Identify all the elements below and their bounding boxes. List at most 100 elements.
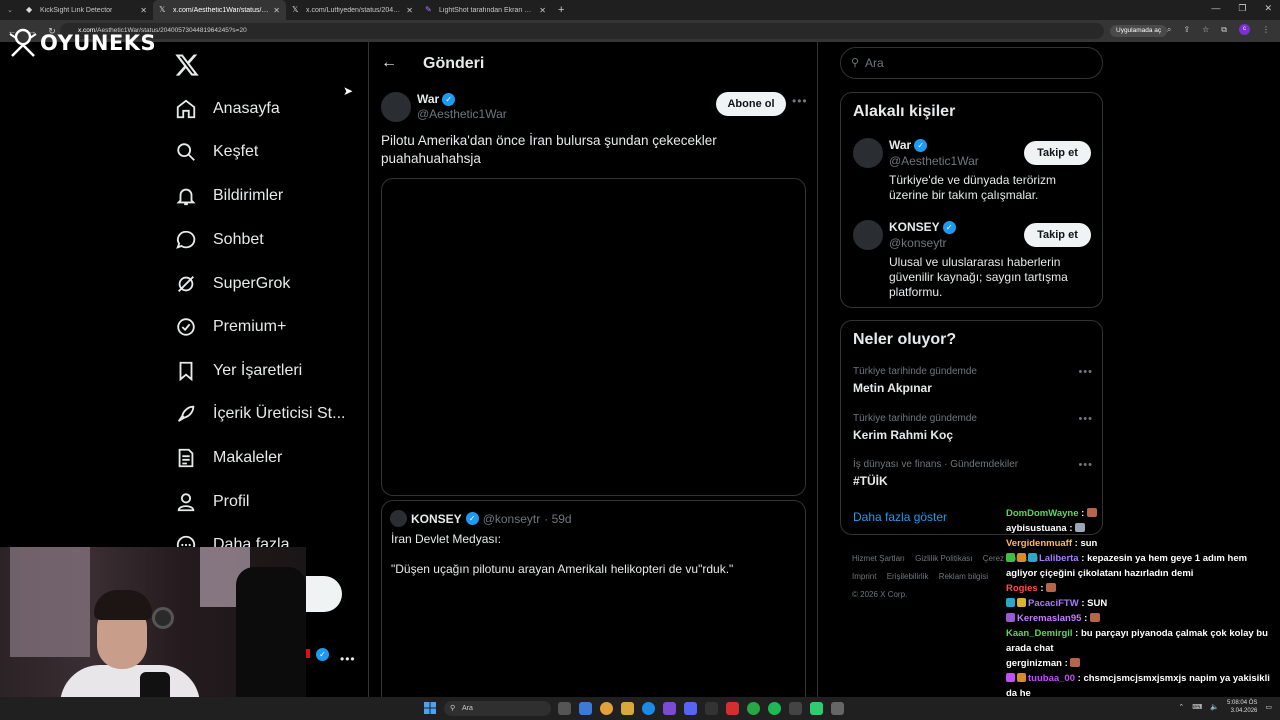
nav-bookmarks[interactable]: Yer İşaretleri <box>175 355 302 387</box>
close-icon[interactable]: ✕ <box>539 6 546 15</box>
chevron-up-icon[interactable]: ⌃ <box>1178 703 1184 711</box>
trend-item[interactable]: Türkiye tarihinde gündemde Metin Akpınar… <box>853 366 1093 395</box>
footer-link[interactable]: Hizmet Şartları <box>852 554 905 563</box>
trend-context: İş dünyası ve finans · Gündemdekiler <box>853 459 1019 470</box>
person-name: War <box>889 138 912 152</box>
emote-icon <box>1070 658 1081 667</box>
profile-avatar-icon[interactable]: c <box>1239 24 1250 35</box>
footer-link[interactable]: Erişilebilirlik <box>887 572 929 581</box>
obs-icon[interactable] <box>789 702 802 715</box>
browser-tab-2[interactable]: 𝕏 x.com/Aesthetic1War/status/20… ✕ <box>153 0 286 20</box>
account-more-icon[interactable]: ••• <box>340 652 356 666</box>
taskbar-clock[interactable]: 5:08:04 ÖS 3.04.2026 <box>1227 699 1257 715</box>
browser-tab-1[interactable]: ◆ KickSight Link Detector ✕ <box>20 0 153 20</box>
related-people-panel: Alakalı kişiler War ✓ @Aesthetic1War Tür… <box>840 92 1103 308</box>
network-icon[interactable]: ⌨ <box>1192 703 1202 711</box>
tab-search-icon[interactable]: ⌄ <box>0 6 20 14</box>
author-handle[interactable]: @Aesthetic1War <box>417 107 507 121</box>
trend-more-icon[interactable]: ••• <box>1078 413 1093 425</box>
verified-badge-icon: ✓ <box>442 92 456 106</box>
nav-home[interactable]: Anasayfa <box>175 93 280 125</box>
nav-creator-studio[interactable]: İçerik Üreticisi St... <box>175 398 345 430</box>
oyuneks-mascot-icon <box>9 28 37 57</box>
badge-icon <box>1017 673 1026 682</box>
author-name[interactable]: War <box>417 92 439 106</box>
steam-icon[interactable] <box>705 702 718 715</box>
menu-icon[interactable]: ⋮ <box>1262 25 1270 34</box>
subscribe-button[interactable]: Abone ol <box>716 92 786 116</box>
nav-label: Profil <box>213 493 250 510</box>
home-icon <box>176 99 196 119</box>
zoom-icon[interactable]: ⌕ <box>1167 25 1171 35</box>
file-explorer-icon[interactable] <box>621 702 634 715</box>
nav-notifications[interactable]: Bildirimler <box>175 180 283 212</box>
chat-username: Keremaslan95 <box>1017 613 1082 624</box>
related-person[interactable]: War ✓ @Aesthetic1War Türkiye'de ve dünya… <box>853 138 1093 208</box>
close-icon[interactable]: ✕ <box>406 6 413 15</box>
badge-icon <box>1006 673 1015 682</box>
show-more-link[interactable]: Daha fazla göster <box>853 510 947 524</box>
star-icon[interactable]: ☆ <box>1202 25 1209 34</box>
app-icon[interactable] <box>747 702 760 715</box>
trend-item[interactable]: Türkiye tarihinde gündemde Kerim Rahmi K… <box>853 413 1093 442</box>
follow-button[interactable]: Takip et <box>1024 223 1091 247</box>
address-bar[interactable]: x.com/Aesthetic1War/status/2040057304481… <box>60 23 1104 39</box>
author-name-row: War ✓ <box>417 92 507 106</box>
close-icon[interactable]: ✕ <box>140 6 147 15</box>
nav-premium[interactable]: Premium+ <box>175 311 286 343</box>
trend-more-icon[interactable]: ••• <box>1078 366 1093 378</box>
trends-panel: Neler oluyor? Türkiye tarihinde gündemde… <box>840 320 1103 535</box>
app-icon[interactable] <box>810 702 823 715</box>
browser-tab-4[interactable]: ✎ LightShot tarafından Ekran Gö… ✕ <box>419 0 552 20</box>
post-more-icon[interactable]: ••• <box>792 94 808 108</box>
task-view-icon[interactable] <box>558 702 571 715</box>
footer-link[interactable]: Gizlilik Politikası <box>915 554 972 563</box>
trend-context: Türkiye tarihinde gündemde <box>853 413 977 424</box>
microphone-icon <box>152 607 174 629</box>
notification-icon[interactable]: ▭ <box>1265 703 1272 711</box>
quoted-post[interactable]: KONSEY ✓ @konseytr · 59d İran Devlet Med… <box>381 500 806 720</box>
footer-link[interactable]: Imprint <box>852 572 876 581</box>
related-person[interactable]: KONSEY ✓ @konseytr Ulusal ve uluslararas… <box>853 220 1093 300</box>
search-input[interactable]: ⚲ Ara <box>840 47 1103 79</box>
footer-link[interactable]: Reklam bilgisi <box>939 572 988 581</box>
nav-supergrok[interactable]: SuperGrok <box>175 268 290 300</box>
system-tray: ⌃ ⌨ 🔈 5:08:04 ÖS 3.04.2026 ▭ <box>1178 699 1272 715</box>
edge-icon[interactable] <box>642 702 655 715</box>
emote-icon <box>1046 583 1057 592</box>
trend-item[interactable]: İş dünyası ve finans · Gündemdekiler #TÜ… <box>853 459 1093 488</box>
back-arrow-icon[interactable]: ← <box>381 54 397 72</box>
post-button[interactable] <box>306 576 342 612</box>
maximize-icon[interactable]: ❐ <box>1238 3 1246 14</box>
nav-chat[interactable]: Sohbet <box>175 224 264 256</box>
new-tab-icon[interactable]: + <box>558 4 564 16</box>
app-icon[interactable] <box>831 702 844 715</box>
window-close-icon[interactable]: ✕ <box>1264 3 1272 14</box>
taskbar-search-input[interactable]: ⚲ Ara <box>444 701 551 716</box>
chrome-icon[interactable] <box>600 702 613 715</box>
nav-label: Makaleler <box>213 449 283 466</box>
nav-articles[interactable]: Makaleler <box>175 442 282 474</box>
person-name-row: War ✓ <box>889 138 928 152</box>
teams-icon[interactable] <box>663 702 676 715</box>
windows-start-icon[interactable] <box>424 702 436 714</box>
x-logo-icon[interactable] <box>174 52 200 78</box>
nav-profile[interactable]: Profil <box>175 486 249 518</box>
minimize-icon[interactable]: — <box>1211 3 1220 14</box>
browser-tab-3[interactable]: 𝕏 x.com/Lutfiyeden/status/2040… ✕ <box>286 0 419 20</box>
widgets-icon[interactable] <box>579 702 592 715</box>
close-icon[interactable]: ✕ <box>273 6 280 15</box>
extensions-icon[interactable]: ⧉ <box>1221 25 1227 35</box>
nav-explore[interactable]: Keşfet <box>175 136 258 168</box>
share-icon[interactable]: ⇪ <box>1183 25 1190 34</box>
chat-username: PacaciFTW <box>1028 598 1079 609</box>
trend-more-icon[interactable]: ••• <box>1078 459 1093 471</box>
volume-icon[interactable]: 🔈 <box>1210 703 1219 711</box>
open-in-app-button[interactable]: Uygulamada aç <box>1110 25 1168 37</box>
app-icon[interactable] <box>726 702 739 715</box>
discord-icon[interactable] <box>684 702 697 715</box>
spotify-icon[interactable] <box>768 702 781 715</box>
follow-button[interactable]: Takip et <box>1024 141 1091 165</box>
avatar[interactable] <box>381 92 411 122</box>
post-media[interactable] <box>381 178 806 496</box>
